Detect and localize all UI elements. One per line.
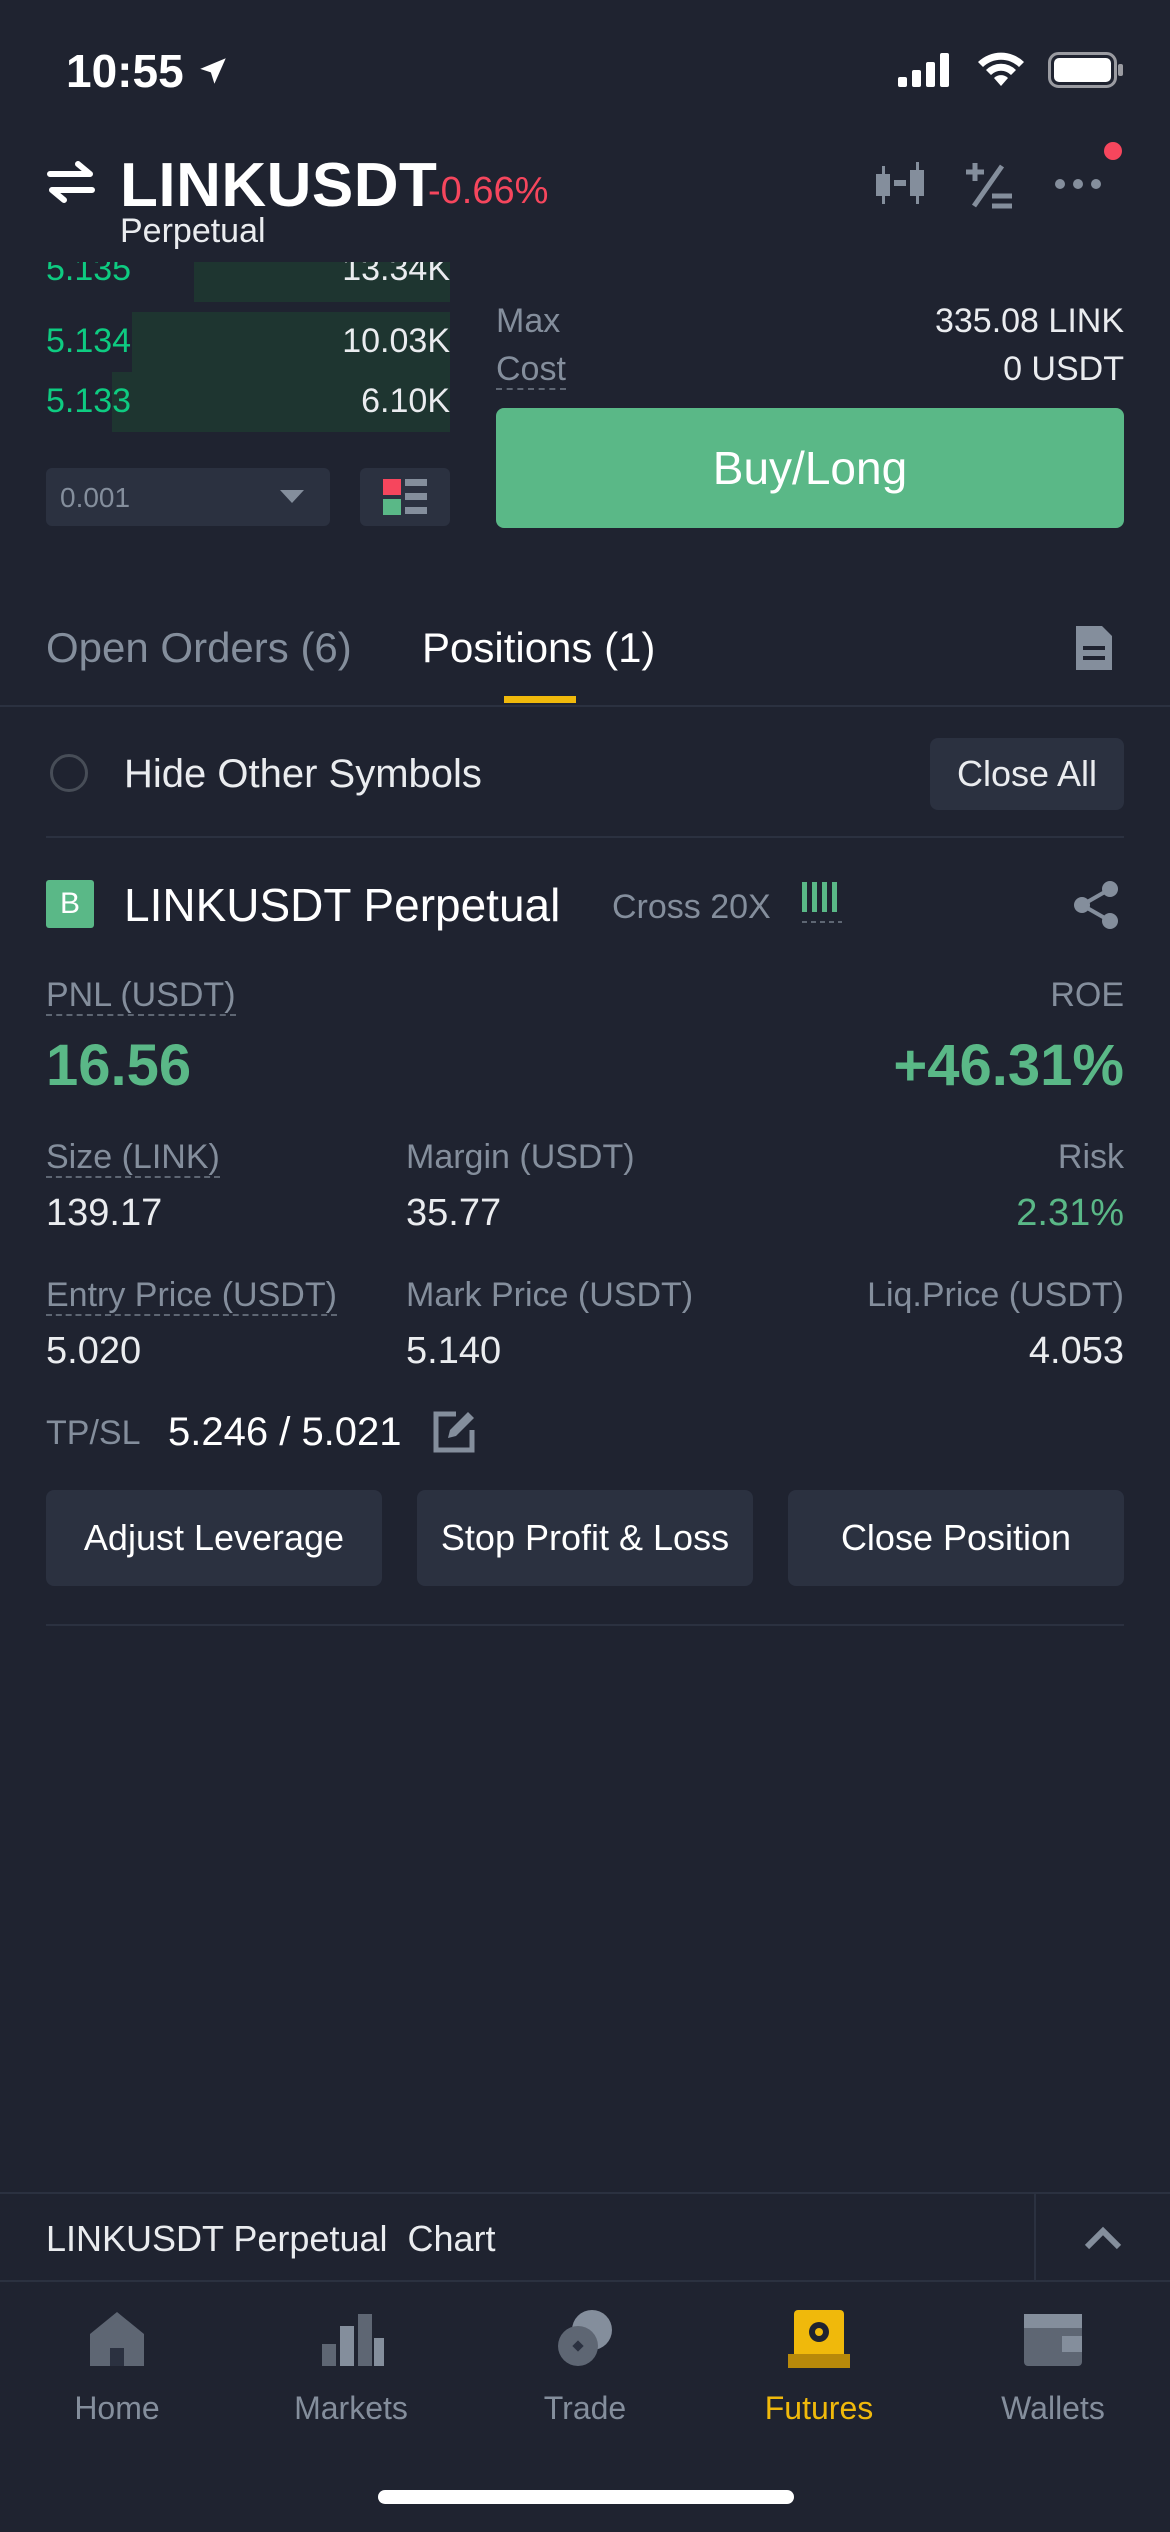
orderbook-qty: 13.34K [342,262,450,288]
tpsl-value: 5.246 / 5.021 [168,1410,402,1454]
divider [46,1624,1124,1626]
caret-down-icon [280,490,304,503]
expand-chart-button[interactable] [1036,2194,1170,2282]
nav-label: Home [74,2390,160,2426]
orderbook-qty: 10.03K [342,322,450,360]
entry-price-label[interactable]: Entry Price (USDT) [46,1276,337,1316]
pnl-label[interactable]: PNL (USDT) [46,976,236,1016]
roe-label: ROE [1050,976,1124,1014]
leverage-bars-icon[interactable] [802,880,846,931]
status-bar-indicators [898,52,1124,88]
nav-label: Trade [543,2390,627,2426]
close-position-button[interactable]: Close Position [788,1490,1124,1586]
nav-futures[interactable]: Futures [702,2304,936,2444]
nav-trade[interactable]: Trade [468,2304,702,2444]
roe-value: +46.31% [893,1033,1124,1098]
nav-label: Markets [294,2390,408,2426]
nav-markets[interactable]: Markets [234,2304,468,2444]
hide-other-symbols-radio[interactable] [50,754,88,792]
risk-value: 2.31% [1016,1192,1124,1234]
wallet-icon [1024,2314,1082,2366]
margin-label: Margin (USDT) [406,1138,635,1176]
orderbook-price: 5.134 [46,322,132,360]
size-label[interactable]: Size (LINK) [46,1138,220,1178]
orderbook-qty: 6.10K [361,382,450,420]
precision-select[interactable]: 0.001 [46,468,330,526]
price-change-percent: -0.66% [428,170,549,212]
active-tab-indicator [504,696,576,703]
position-symbol[interactable]: LINKUSDT Perpetual [124,878,560,932]
mark-price-value: 5.140 [406,1330,502,1372]
status-bar-time: 10:55 [66,44,230,98]
orderbook-row[interactable]: 5.135 13.34K [46,262,450,302]
nav-home[interactable]: Home [0,2304,234,2444]
location-arrow-icon [199,58,226,84]
edit-tpsl-icon[interactable] [432,1408,478,1459]
liq-price-value: 4.053 [1028,1330,1124,1372]
buy-long-button[interactable]: Buy/Long [496,408,1124,528]
tab-open-orders[interactable]: Open Orders (6) [46,624,352,672]
divider [0,705,1170,707]
symbol-title[interactable]: LINKUSDT [120,150,437,221]
pnl-value: 16.56 [46,1033,192,1098]
futures-icon [788,2310,850,2368]
chart-drawer[interactable]: LINKUSDT Perpetual Chart [0,2192,1170,2282]
orderbook-layout-icon [383,479,427,515]
nav-label: Wallets [1001,2390,1105,2426]
chevron-up-icon [1084,2226,1122,2250]
battery-icon [1048,52,1123,88]
entry-price-value: 5.020 [46,1330,142,1372]
nav-label: Futures [764,2390,874,2426]
cost-value: 0 USDT [1003,350,1124,388]
home-icon [90,2312,144,2366]
precision-value: 0.001 [60,482,131,513]
adjust-leverage-button[interactable]: Adjust Leverage [46,1490,382,1586]
orderbook-row[interactable]: 5.133 6.10K [46,372,450,432]
cost-label[interactable]: Cost [496,350,566,390]
swap-symbol-icon[interactable] [46,160,96,209]
orderbook-price: 5.135 [46,262,132,288]
liq-price-label: Liq.Price (USDT) [867,1276,1124,1314]
notification-dot [1104,142,1122,160]
mark-price-label: Mark Price (USDT) [406,1276,694,1314]
risk-label: Risk [1057,1138,1124,1176]
tpsl-label: TP/SL [46,1414,141,1452]
margin-value: 35.77 [406,1192,502,1234]
cellular-signal-icon [898,53,949,87]
orderbook-price: 5.133 [46,382,132,420]
margin-mode-leverage: Cross 20X [612,888,771,926]
stop-profit-loss-button[interactable]: Stop Profit & Loss [417,1490,753,1586]
chart-drawer-label[interactable]: LINKUSDT Perpetual Chart [46,2218,496,2260]
wifi-icon [978,52,1024,86]
trade-icon [558,2310,612,2366]
size-value: 139.17 [46,1192,163,1234]
tab-positions[interactable]: Positions (1) [422,624,655,672]
orderbook-row[interactable]: 5.134 10.03K [46,312,450,372]
markets-icon [322,2314,384,2366]
more-options-icon[interactable] [1052,160,1122,215]
home-indicator[interactable] [378,2490,794,2504]
max-value: 335.08 LINK [934,302,1124,340]
contract-type-label: Perpetual [120,212,266,250]
orderbook-view-toggle[interactable] [360,468,450,526]
side-badge: B [46,880,94,928]
divider [46,836,1124,838]
max-label: Max [496,302,561,340]
share-icon[interactable] [1072,880,1120,935]
calculator-icon[interactable] [962,160,1014,215]
nav-wallets[interactable]: Wallets [936,2304,1170,2444]
order-history-icon[interactable] [1074,624,1114,677]
candlestick-chart-icon[interactable] [872,160,928,215]
clock-text: 10:55 [66,45,184,97]
hide-other-symbols-label[interactable]: Hide Other Symbols [124,752,482,797]
close-all-button[interactable]: Close All [930,738,1124,810]
